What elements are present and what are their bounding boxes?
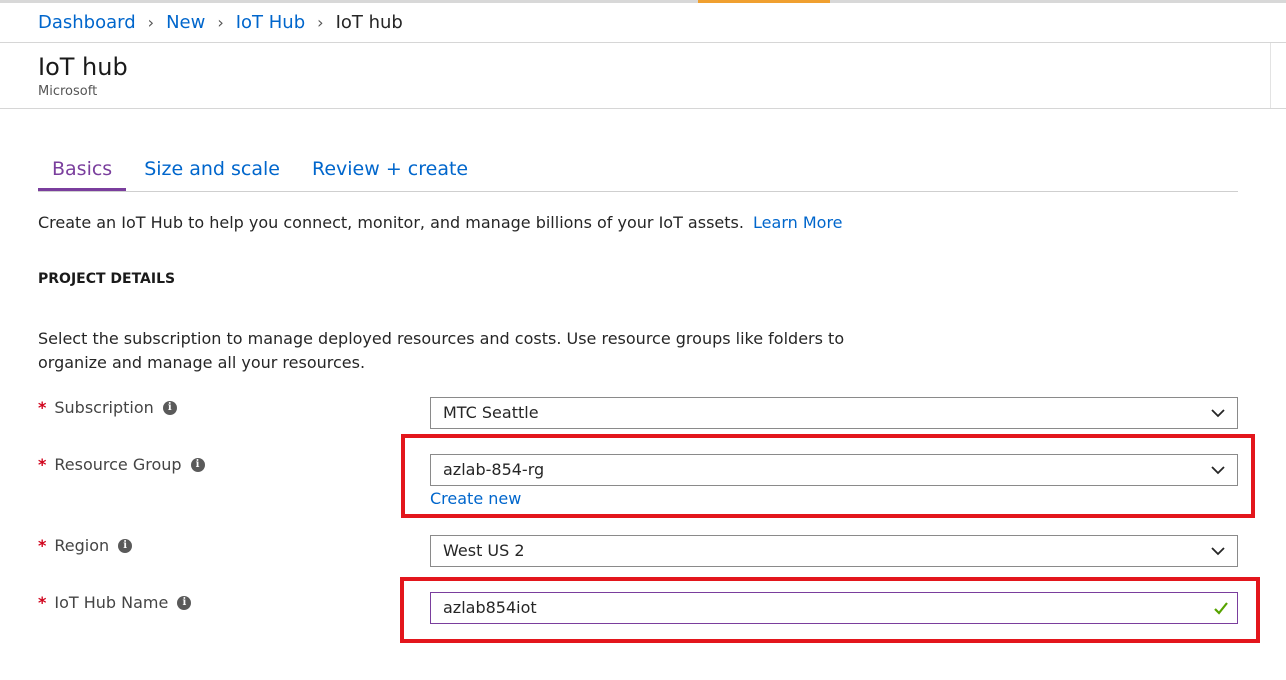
required-marker: * (38, 455, 47, 474)
top-accent-bar (0, 0, 1286, 3)
highlight-iot-hub-name (400, 577, 1260, 643)
info-icon[interactable]: i (162, 400, 177, 415)
subscription-label: * Subscription i (38, 398, 177, 417)
intro-text: Create an IoT Hub to help you connect, m… (38, 213, 843, 232)
chevron-right-icon: › (217, 12, 224, 32)
required-marker: * (38, 593, 47, 612)
info-icon[interactable]: i (190, 457, 205, 472)
section-title: PROJECT DETAILS (38, 271, 176, 287)
chevron-right-icon: › (147, 12, 155, 32)
info-icon[interactable]: i (118, 538, 133, 553)
tab-bar: Basics Size and scale Review + create (38, 154, 1238, 192)
resource-group-label: * Resource Group i (38, 455, 205, 474)
breadcrumb-dashboard[interactable]: Dashboard (38, 12, 136, 33)
breadcrumb-current: IoT hub (335, 11, 403, 33)
section-description: Select the subscription to manage deploy… (38, 329, 845, 372)
region-value: West US 2 (443, 541, 525, 560)
subscription-label-text: Subscription (54, 398, 154, 417)
title-divider (0, 108, 1286, 109)
tab-review-create[interactable]: Review + create (298, 154, 482, 191)
required-marker: * (38, 398, 47, 417)
title-block: IoT hub Microsoft (38, 52, 128, 99)
info-icon[interactable]: i (177, 595, 192, 610)
title-right-divider (1270, 43, 1271, 109)
breadcrumb: Dashboard › New › IoT Hub › IoT hub (38, 10, 403, 34)
learn-more-link[interactable]: Learn More (753, 213, 842, 232)
tab-size-and-scale[interactable]: Size and scale (130, 154, 294, 191)
chevron-down-icon (1211, 409, 1225, 418)
breadcrumb-new[interactable]: New (166, 12, 205, 33)
page-title: IoT hub (38, 53, 128, 81)
highlight-resource-group (401, 434, 1255, 518)
tab-basics[interactable]: Basics (38, 154, 127, 191)
chevron-right-icon: › (317, 12, 324, 32)
subscription-select[interactable]: MTC Seattle (430, 397, 1238, 429)
region-label: * Region i (38, 536, 133, 555)
breadcrumb-iot-hub[interactable]: IoT Hub (236, 12, 305, 33)
subscription-value: MTC Seattle (443, 403, 539, 422)
resource-group-label-text: Resource Group (54, 455, 182, 474)
region-select[interactable]: West US 2 (430, 535, 1238, 567)
page-subtitle: Microsoft (38, 84, 98, 99)
iot-hub-name-label-text: IoT Hub Name (54, 593, 169, 612)
chevron-down-icon (1211, 547, 1225, 556)
iot-hub-name-label: * IoT Hub Name i (38, 593, 192, 612)
header-divider (0, 42, 1286, 43)
intro-description: Create an IoT Hub to help you connect, m… (38, 213, 744, 232)
region-label-text: Region (54, 536, 110, 555)
required-marker: * (38, 536, 47, 555)
